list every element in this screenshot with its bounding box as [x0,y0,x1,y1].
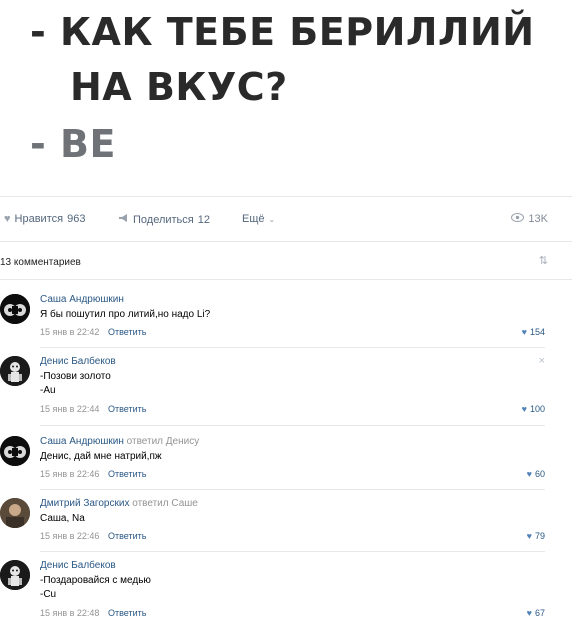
comment-author-link[interactable]: Саша Андрюшкин ответил Денису [40,436,199,447]
comment-author: Дмитрий Загорских [40,498,130,509]
comments-count: 13 комментариев [0,257,81,268]
comments-header: 13 комментариев ⇅ [0,242,572,280]
comment-like-button[interactable]: ♥ 67 [527,608,545,618]
avatar[interactable] [0,498,30,528]
comment-like-button[interactable]: ♥ 79 [527,531,545,541]
chevron-down-icon: ⌄ [268,214,276,224]
reply-button[interactable]: Ответить [108,404,146,414]
comment-author: Денис Балбеков [40,560,116,571]
avatar[interactable] [0,560,30,590]
comment-item: Дмитрий Загорских ответил Саше Саша, Na … [0,494,545,552]
avatar[interactable] [0,436,30,466]
comment-author: Саша Андрюшкин [40,436,124,447]
comment-meta: 15 янв в 22:48 Ответить [40,608,146,618]
reply-button[interactable]: Ответить [108,531,146,541]
comment-meta: 15 янв в 22:42 Ответить [40,327,146,337]
comment-time: 15 янв в 22:44 [40,404,100,414]
views-count: 13K [528,213,548,225]
comment-text: Я бы пошутил про литий,но надо Li? [40,309,211,320]
avatar[interactable] [0,356,30,386]
comment-item: Саша Андрюшкин Я бы пошутил про литий,но… [0,290,545,348]
like-button[interactable]: ♥ Нравится 963 [4,213,85,225]
heart-icon: ♥ [526,531,532,541]
comment-text: -Поздаровайся с медью [40,575,151,586]
post-image-line-1: - КАК ТЕБЕ БЕРИЛЛИЙ [30,10,535,54]
comment-text: -Au [40,385,56,396]
comment-divider [40,489,545,490]
comment-like-button[interactable]: ♥ 154 [522,327,545,337]
comment-divider [40,551,545,552]
post-image-line-3: - BE [30,122,116,166]
sort-icon[interactable]: ⇅ [539,254,548,267]
comment-author-link[interactable]: Дмитрий Загорских ответил Саше [40,498,198,509]
comment-like-count: 79 [534,531,545,541]
comment-time: 15 янв в 22:48 [40,608,100,618]
comment-meta: 15 янв в 22:44 Ответить [40,404,146,414]
comment-divider [40,347,545,348]
post-actions-bar: ♥ Нравится 963 Поделиться 12 Ещё ⌄ 13K [0,196,572,242]
comment-like-button[interactable]: ♥ 60 [527,469,545,479]
comment-item: Саша Андрюшкин ответил Денису Денис, дай… [0,432,545,490]
comment-meta: 15 янв в 22:46 Ответить [40,531,146,541]
share-label: Поделиться [133,213,194,226]
avatar[interactable] [0,294,30,324]
heart-icon: ♥ [526,469,532,479]
comment-time: 15 янв в 22:46 [40,469,100,479]
comment-author: Саша Андрюшкин [40,294,124,305]
post-image[interactable]: - КАК ТЕБЕ БЕРИЛЛИЙ НА ВКУС? - BE [0,0,572,196]
share-count: 12 [197,213,210,226]
comment-like-count: 60 [534,469,545,479]
comment-like-count: 100 [529,404,545,414]
heart-icon: ♥ [4,212,11,225]
comment-item: Денис Балбеков -Поздаровайся с медью -Cu… [0,556,545,628]
comment-like-count: 154 [529,327,545,337]
comment-like-button[interactable]: ♥ 100 [522,404,545,414]
comment-text: Денис, дай мне натрий,пж [40,451,162,462]
reply-button[interactable]: Ответить [108,327,146,337]
reply-button[interactable]: Ответить [108,469,146,479]
heart-icon: ♥ [521,327,527,337]
comment-reply-to: ответил Денису [126,436,200,447]
comment-meta: 15 янв в 22:46 Ответить [40,469,146,479]
comment-author-link[interactable]: Саша Андрюшкин [40,294,124,305]
comment-text: -Позови золото [40,371,111,382]
comment-text: Саша, Na [40,513,85,524]
like-label: Нравится [14,213,64,225]
comment-item: Денис Балбеков × -Позови золото -Au 15 я… [0,352,545,426]
post-image-line-2: НА ВКУС? [70,65,288,109]
close-icon[interactable]: × [539,355,545,367]
eye-icon [511,213,525,225]
comment-like-count: 67 [534,608,545,618]
comment-author-link[interactable]: Денис Балбеков [40,356,116,367]
comment-reply-to: ответил Саше [132,498,198,509]
more-label: Ещё [242,213,265,225]
views-counter: 13K [511,213,548,225]
comment-time: 15 янв в 22:46 [40,531,100,541]
comment-author: Денис Балбеков [40,356,116,367]
comment-divider [40,425,545,426]
heart-icon: ♥ [526,608,532,618]
more-button[interactable]: Ещё ⌄ [242,213,275,225]
reply-button[interactable]: Ответить [108,608,146,618]
comment-time: 15 янв в 22:42 [40,327,100,337]
comment-author-link[interactable]: Денис Балбеков [40,560,116,571]
like-count: 963 [67,213,86,225]
comment-text: -Cu [40,589,57,600]
heart-icon: ♥ [521,404,527,414]
megaphone-icon [118,213,129,226]
share-button[interactable]: Поделиться 12 [118,213,210,226]
